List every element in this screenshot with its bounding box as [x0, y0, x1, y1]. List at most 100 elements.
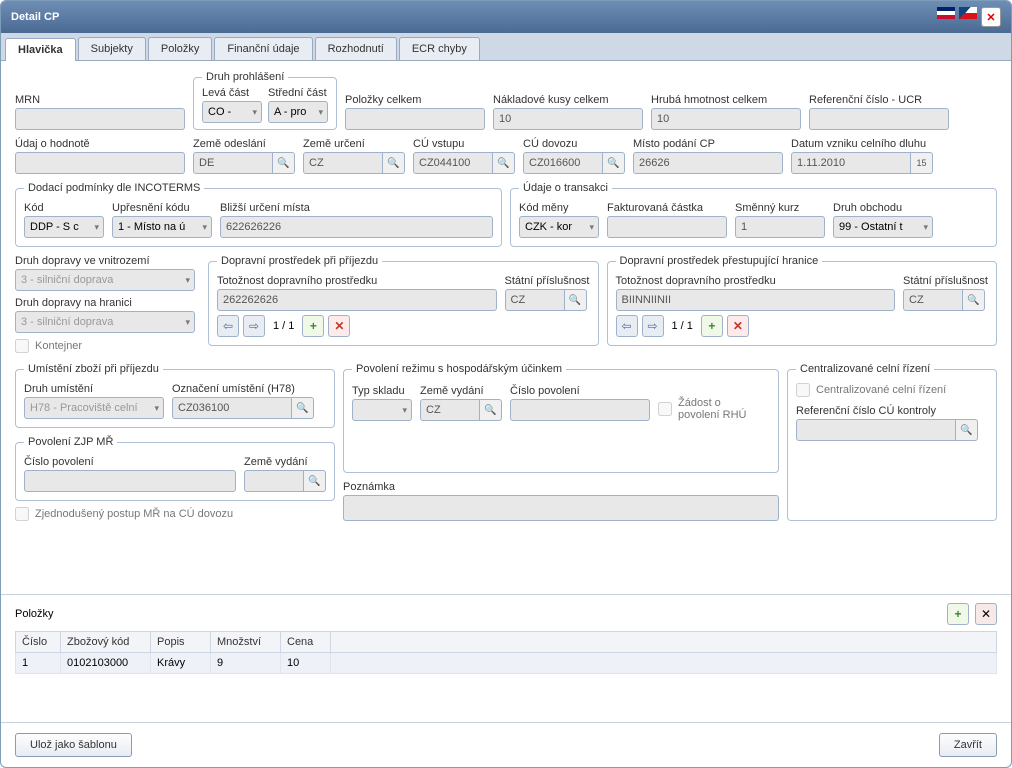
prestup-prev-icon[interactable]: ⇦ [616, 315, 638, 337]
lang-cz-icon[interactable] [959, 7, 977, 19]
footer: Ulož jako šablonu Zavřít [1, 722, 1011, 767]
odeslani-lookup-icon[interactable] [273, 152, 295, 174]
zjp-cislo-input[interactable] [24, 470, 236, 492]
col-kod[interactable]: Zbožový kód [61, 632, 151, 653]
faktura-input[interactable] [607, 216, 727, 238]
misto-label: Místo podání CP [633, 138, 783, 150]
datum-input[interactable] [791, 152, 911, 174]
vstup-input[interactable] [413, 152, 493, 174]
mista-input[interactable] [220, 216, 493, 238]
urceni-lookup-icon[interactable] [383, 152, 405, 174]
mena-select[interactable]: CZK - kor [519, 216, 599, 238]
kontejner-label: Kontejner [35, 340, 82, 352]
leva-label: Levá část [202, 87, 262, 99]
zadost-checkbox[interactable] [658, 402, 672, 416]
dovoz-input[interactable] [523, 152, 603, 174]
prestup-add-icon[interactable]: + [701, 315, 723, 337]
rezim-cislo-input[interactable] [510, 399, 650, 421]
items-add-icon[interactable]: + [947, 603, 969, 625]
tab-hlavicka[interactable]: Hlavička [5, 38, 76, 61]
prijezd-legend: Dopravní prostředek při příjezdu [217, 255, 382, 267]
zjp-zeme-lookup-icon[interactable] [304, 470, 326, 492]
leva-select[interactable]: CO - [202, 101, 262, 123]
hranice-select[interactable]: 3 - silniční doprava [15, 311, 195, 333]
prestup-totoz-input[interactable] [616, 289, 896, 311]
zjp-cislo-label: Číslo povolení [24, 456, 236, 468]
tab-subjekty[interactable]: Subjekty [78, 37, 146, 60]
kurz-label: Směnný kurz [735, 202, 825, 214]
tab-polozky[interactable]: Položky [148, 37, 213, 60]
mrn-input[interactable] [15, 108, 185, 130]
odeslani-input[interactable] [193, 152, 273, 174]
prijezd-prev-icon[interactable]: ⇦ [217, 315, 239, 337]
kontejner-checkbox[interactable] [15, 339, 29, 353]
prestup-stat-input[interactable] [903, 289, 963, 311]
rezim-typ-select[interactable] [352, 399, 412, 421]
tab-bar: Hlavička Subjekty Položky Finanční údaje… [1, 33, 1011, 61]
vstup-label: CÚ vstupu [413, 138, 515, 150]
prijezd-totoz-input[interactable] [217, 289, 497, 311]
urceni-input[interactable] [303, 152, 383, 174]
polozky-input[interactable] [345, 108, 485, 130]
table-row[interactable]: 1 0102103000 Krávy 9 10 [16, 653, 997, 674]
umisteni-ozn-label: Označení umístění (H78) [172, 383, 314, 395]
hmotnost-input[interactable] [651, 108, 801, 130]
items-del-icon[interactable]: ✕ [975, 603, 997, 625]
ccr-ref-label: Referenční číslo CÚ kontroly [796, 405, 988, 417]
vnitro-select[interactable]: 3 - silniční doprava [15, 269, 195, 291]
prijezd-add-icon[interactable]: + [302, 315, 324, 337]
prijezd-stat-label: Státní příslušnost [505, 275, 590, 287]
umisteni-ozn-input[interactable] [172, 397, 292, 419]
ccr-ref-input[interactable] [796, 419, 956, 441]
prijezd-stat-lookup-icon[interactable] [565, 289, 587, 311]
kod-select[interactable]: DDP - S c [24, 216, 104, 238]
prestup-next-icon[interactable]: ⇨ [642, 315, 664, 337]
zjp-zeme-label: Země vydání [244, 456, 326, 468]
transakce-legend: Údaje o transakci [519, 182, 612, 194]
tab-financni[interactable]: Finanční údaje [214, 37, 312, 60]
stredni-select[interactable]: A - pro [268, 101, 328, 123]
col-mnozstvi[interactable]: Množství [211, 632, 281, 653]
prestup-pager: 1 / 1 [672, 320, 693, 332]
lang-en-icon[interactable] [937, 7, 955, 19]
zjp-zeme-input[interactable] [244, 470, 304, 492]
prijezd-totoz-label: Totožnost dopravního prostředku [217, 275, 497, 287]
vstup-lookup-icon[interactable] [493, 152, 515, 174]
urceni-label: Země určení [303, 138, 405, 150]
kurz-input[interactable] [735, 216, 825, 238]
tab-ecr[interactable]: ECR chyby [399, 37, 480, 60]
upresneni-select[interactable]: 1 - Místo na ú [112, 216, 212, 238]
tab-rozhodnuti[interactable]: Rozhodnutí [315, 37, 397, 60]
poznamka-input[interactable] [343, 495, 779, 521]
col-popis[interactable]: Popis [151, 632, 211, 653]
zpmr-label: Zjednodušený postup MŘ na CÚ dovozu [35, 508, 233, 520]
misto-input[interactable] [633, 152, 783, 174]
upresneni-label: Upřesnění kódu [112, 202, 212, 214]
zpmr-checkbox[interactable] [15, 507, 29, 521]
dovoz-lookup-icon[interactable] [603, 152, 625, 174]
hodnota-input[interactable] [15, 152, 185, 174]
odeslani-label: Země odeslání [193, 138, 295, 150]
prijezd-del-icon[interactable]: ✕ [328, 315, 350, 337]
umisteni-druh-select[interactable]: H78 - Pracoviště celní [24, 397, 164, 419]
col-cislo[interactable]: Číslo [16, 632, 61, 653]
ucr-input[interactable] [809, 108, 949, 130]
mena-label: Kód měny [519, 202, 599, 214]
prijezd-next-icon[interactable]: ⇨ [243, 315, 265, 337]
prestup-stat-label: Státní příslušnost [903, 275, 988, 287]
prestup-stat-lookup-icon[interactable] [963, 289, 985, 311]
rezim-zeme-lookup-icon[interactable] [480, 399, 502, 421]
ccr-ref-lookup-icon[interactable] [956, 419, 978, 441]
umisteni-ozn-lookup-icon[interactable] [292, 397, 314, 419]
close-icon[interactable]: ✕ [981, 7, 1001, 27]
save-template-button[interactable]: Ulož jako šablonu [15, 733, 132, 757]
close-button[interactable]: Zavřít [939, 733, 997, 757]
col-cena[interactable]: Cena [281, 632, 331, 653]
ccr-checkbox[interactable] [796, 383, 810, 397]
calendar-icon[interactable]: 15 [911, 152, 933, 174]
prestup-del-icon[interactable]: ✕ [727, 315, 749, 337]
kusy-input[interactable] [493, 108, 643, 130]
prijezd-stat-input[interactable] [505, 289, 565, 311]
obchod-select[interactable]: 99 - Ostatní t [833, 216, 933, 238]
rezim-zeme-input[interactable] [420, 399, 480, 421]
